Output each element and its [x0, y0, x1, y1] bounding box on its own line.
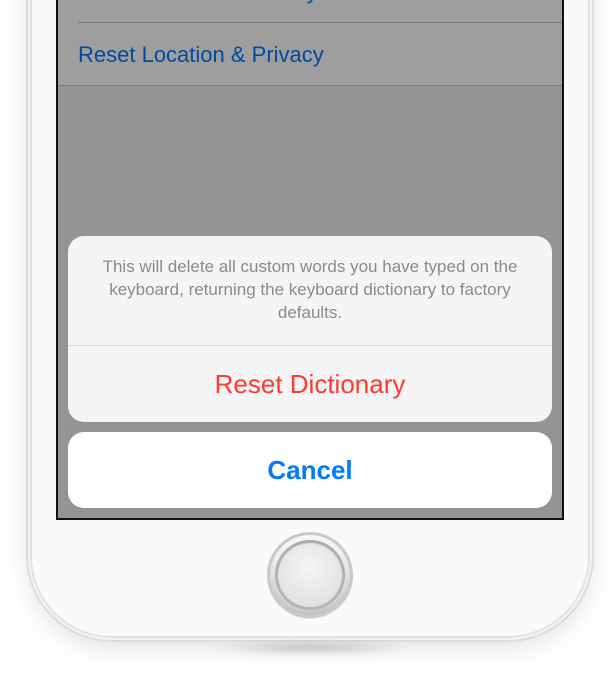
action-sheet: This will delete all custom words you ha…	[68, 236, 552, 508]
action-sheet-group: This will delete all custom words you ha…	[68, 236, 552, 422]
action-sheet-message: This will delete all custom words you ha…	[68, 236, 552, 346]
screen: Reset Keyboard Dictionary Reset Home Scr…	[56, 0, 564, 520]
reset-option-label: Reset Location & Privacy	[78, 42, 324, 67]
reset-option-row[interactable]: Reset Home Screen Layout	[58, 0, 562, 23]
cancel-button[interactable]: Cancel	[68, 432, 552, 508]
reset-option-label: Reset Home Screen Layout	[78, 0, 348, 4]
reset-options-list: Reset Keyboard Dictionary Reset Home Scr…	[58, 0, 562, 86]
reset-dictionary-button[interactable]: Reset Dictionary	[68, 346, 552, 422]
home-button[interactable]	[267, 532, 353, 618]
iphone-device-frame: Reset Keyboard Dictionary Reset Home Scr…	[32, 0, 588, 636]
reset-option-row[interactable]: Reset Location & Privacy	[58, 23, 562, 86]
home-button-ring	[275, 540, 345, 610]
